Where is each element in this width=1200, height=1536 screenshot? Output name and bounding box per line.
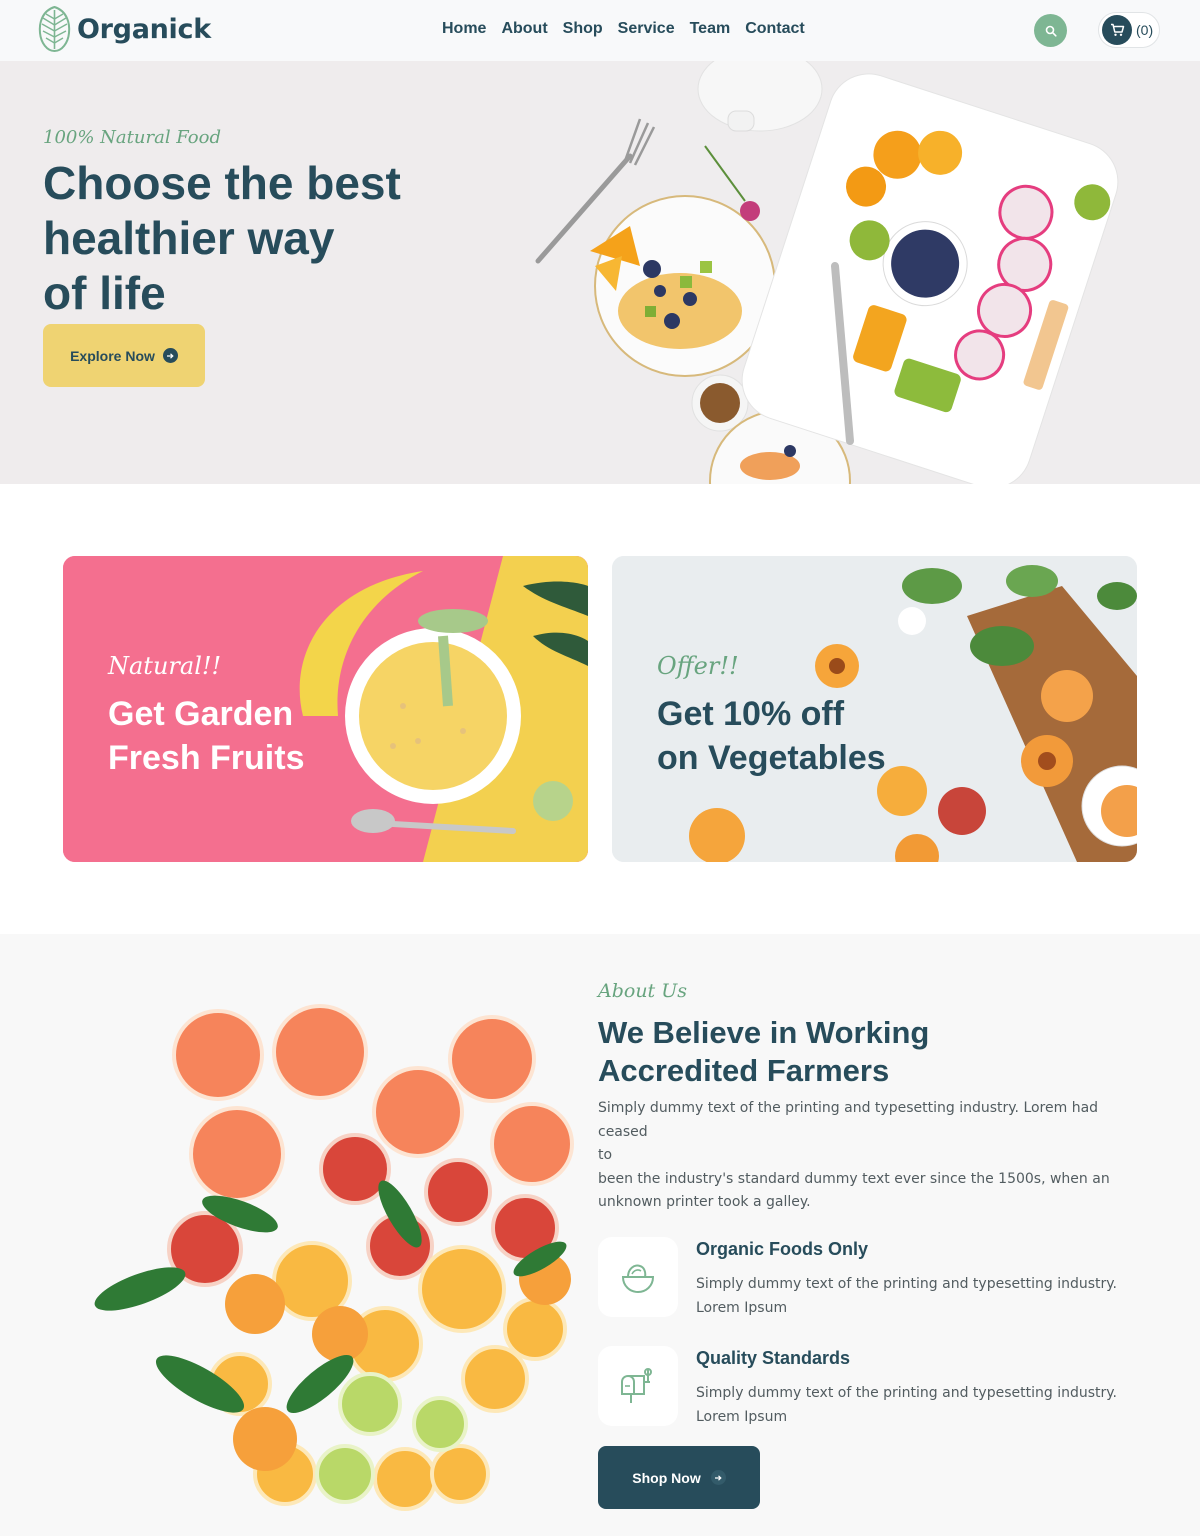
- offer-card-fruits[interactable]: Natural!! Get Garden Fresh Fruits: [63, 556, 588, 862]
- about-section: About Us We Believe in Working Accredite…: [0, 934, 1200, 1536]
- cart-icon: [1110, 23, 1124, 36]
- offer-fruits-title: Get Garden Fresh Fruits: [108, 692, 304, 780]
- feature-text-line: Simply dummy text of the printing and ty…: [696, 1276, 1117, 1292]
- feature-text: Simply dummy text of the printing and ty…: [696, 1272, 1136, 1320]
- explore-now-button[interactable]: Explore Now: [43, 324, 205, 387]
- explore-now-label: Explore Now: [70, 347, 155, 364]
- feature-icon-box: [598, 1346, 678, 1426]
- offer-vegetables-title: Get 10% off on Vegetables: [657, 692, 886, 780]
- feature-text-line: Lorem Ipsum: [696, 1409, 788, 1425]
- about-description: Simply dummy text of the printing and ty…: [598, 1097, 1138, 1215]
- hero-title: Choose the best healthier way of life: [43, 156, 463, 321]
- offer-title-line: Get 10% off: [657, 695, 845, 733]
- site-header: Organick Home About Shop Service Team Co…: [0, 0, 1200, 61]
- search-button[interactable]: [1034, 14, 1067, 47]
- offer-title-line: Fresh Fruits: [108, 739, 305, 777]
- nav-item-service[interactable]: Service: [618, 20, 675, 38]
- bowl-icon: [621, 1264, 655, 1294]
- offer-title-line: Get Garden: [108, 695, 294, 733]
- about-desc-line: unknown printer took a galley.: [598, 1194, 811, 1210]
- feature-title: Quality Standards: [696, 1348, 851, 1368]
- nav-item-team[interactable]: Team: [690, 20, 731, 38]
- offer-card-vegetables[interactable]: Offer!! Get 10% off on Vegetables: [612, 556, 1137, 862]
- logo[interactable]: Organick: [38, 5, 211, 53]
- hero-subtitle: 100% Natural Food: [43, 127, 222, 148]
- about-title-line: We Believe in Working: [598, 1015, 930, 1050]
- about-desc-line: been the industry's standard dummy text …: [598, 1170, 1110, 1187]
- search-icon: [1045, 25, 1057, 37]
- hero-food-image: [530, 61, 1200, 484]
- offer-fruits-tagline: Natural!!: [108, 652, 222, 680]
- cart-icon-wrap: [1102, 15, 1132, 45]
- arrow-right-icon: [710, 1470, 726, 1485]
- shop-now-button[interactable]: Shop Now: [598, 1446, 760, 1509]
- hero-title-line: healthier way: [43, 212, 335, 264]
- offer-title-line: on Vegetables: [657, 739, 886, 777]
- nav-item-about[interactable]: About: [501, 20, 547, 38]
- citrus-image: [94, 1004, 574, 1511]
- feature-text: Simply dummy text of the printing and ty…: [696, 1381, 1136, 1429]
- nav-item-shop[interactable]: Shop: [563, 20, 603, 38]
- arrow-right-icon: [162, 348, 178, 363]
- cart-button[interactable]: (0): [1098, 12, 1160, 48]
- brand-name: Organick: [77, 13, 211, 45]
- feature-title: Organic Foods Only: [696, 1239, 869, 1259]
- about-subtitle: About Us: [598, 980, 687, 1002]
- feature-organic-foods: Organic Foods Only Simply dummy text of …: [598, 1237, 1158, 1327]
- leaf-logo-icon: [38, 5, 71, 53]
- mailbox-icon: [621, 1368, 652, 1403]
- about-title: We Believe in Working Accredited Farmers: [598, 1014, 1018, 1090]
- hero-title-line: Choose the best: [43, 157, 401, 209]
- feature-text-line: Simply dummy text of the printing and ty…: [696, 1385, 1117, 1401]
- hero-section: 100% Natural Food Choose the best health…: [0, 61, 1200, 484]
- nav-item-home[interactable]: Home: [442, 20, 486, 38]
- feature-text-line: Lorem Ipsum: [696, 1300, 788, 1316]
- shop-now-label: Shop Now: [632, 1469, 701, 1486]
- about-desc-line: to: [598, 1147, 613, 1163]
- nav-item-contact[interactable]: Contact: [745, 20, 805, 38]
- cart-count: (0): [1136, 22, 1154, 38]
- about-desc-line: Simply dummy text of the printing and ty…: [598, 1100, 1099, 1140]
- main-nav: Home About Shop Service Team Contact: [442, 20, 805, 38]
- feature-quality-standards: Quality Standards Simply dummy text of t…: [598, 1346, 1158, 1436]
- feature-icon-box: [598, 1237, 678, 1317]
- about-title-line: Accredited Farmers: [598, 1053, 890, 1088]
- offer-vegetables-tagline: Offer!!: [657, 652, 739, 680]
- hero-title-line: of life: [43, 267, 166, 319]
